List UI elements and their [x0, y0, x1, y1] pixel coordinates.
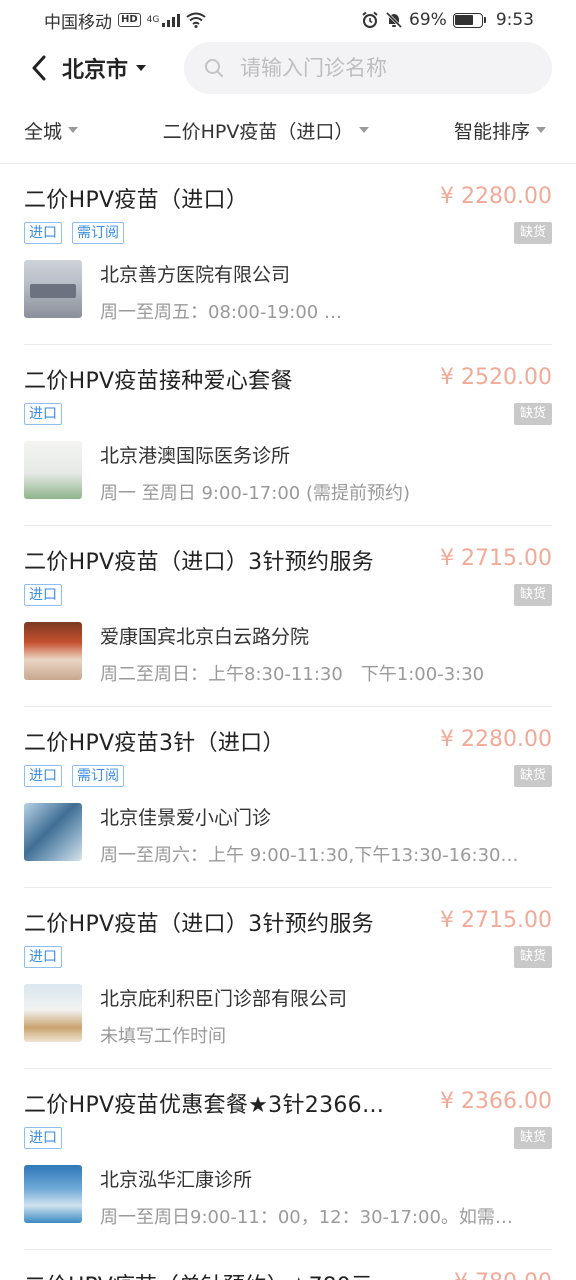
status-right: 69% 9:53 — [361, 10, 534, 30]
tag-import: 进口 — [24, 403, 62, 425]
tag-subscribe: 需订阅 — [72, 765, 124, 787]
caret-down-icon — [536, 127, 546, 133]
list-item[interactable]: 二价HPV疫苗优惠套餐★3针2366… ¥ 2366.00 进口 缺货 北京泓华… — [24, 1069, 552, 1250]
clinic-thumbnail — [24, 622, 82, 680]
item-price: ¥ 2280.00 — [440, 727, 552, 752]
header: 北京市 — [0, 40, 576, 96]
tag-import: 进口 — [24, 946, 62, 968]
tag-group: 进口 需订阅 — [24, 222, 124, 244]
partial-item-price: ¥ 780.00 — [454, 1270, 552, 1280]
clinic-hours: 周一至周六：上午 9:00-11:30,下午13:30-16:30… — [100, 845, 519, 866]
clinic-name: 北京庇利积臣门诊部有限公司 — [100, 988, 348, 1010]
clinic-hours: 周一 至周日 9:00-17:00 (需提前预约) — [100, 483, 410, 504]
caret-down-icon — [68, 127, 79, 133]
item-title: 二价HPV疫苗优惠套餐★3针2366… — [24, 1093, 385, 1118]
status-left: 中国移动 HD 4G — [44, 8, 206, 33]
search-icon — [205, 59, 223, 77]
partial-item-title[interactable]: 二价HPV疫苗（单针预约）★780元 — [24, 1268, 424, 1280]
clinic-thumbnail — [24, 441, 82, 499]
list-item[interactable]: 二价HPV疫苗接种爱心套餐 ¥ 2520.00 进口 缺货 北京港澳国际医务诊所… — [24, 345, 552, 526]
clinic-name: 爱康国宾北京白云路分院 — [100, 626, 310, 648]
filter-sort-label: 智能排序 — [453, 120, 530, 143]
list-item[interactable]: 二价HPV疫苗（进口）3针预约服务 ¥ 2715.00 进口 缺货 爱康国宾北京… — [24, 526, 552, 707]
stock-badge: 缺货 — [513, 765, 552, 787]
stock-badge: 缺货 — [513, 222, 552, 244]
tag-import: 进口 — [24, 222, 62, 244]
stock-badge: 缺货 — [513, 946, 552, 968]
caret-down-icon — [136, 65, 147, 71]
tag-subscribe: 需订阅 — [72, 222, 124, 244]
clinic-hours: 周一至周日9:00-11：00，12：30-17:00。如需… — [100, 1207, 513, 1228]
hd-badge: HD — [118, 13, 141, 27]
battery-icon — [452, 12, 486, 28]
stock-badge: 缺货 — [513, 584, 552, 606]
clock: 9:53 — [495, 10, 534, 30]
list-item[interactable]: 二价HPV疫苗3针（进口） ¥ 2280.00 进口 需订阅 缺货 北京佳景爱小… — [24, 707, 552, 888]
item-price: ¥ 2366.00 — [440, 1089, 552, 1114]
city-label: 北京市 — [62, 58, 129, 83]
tag-group: 进口 — [24, 584, 62, 606]
tag-group: 进口 — [24, 403, 62, 425]
list-item[interactable]: 二价HPV疫苗（进口）3针预约服务 ¥ 2715.00 进口 缺货 北京庇利积臣… — [24, 888, 552, 1069]
clinic-thumbnail — [24, 984, 82, 1042]
item-price: ¥ 2280.00 — [440, 184, 552, 209]
alarm-icon — [362, 11, 378, 28]
tag-group: 进口 — [24, 946, 62, 968]
item-title: 二价HPV疫苗（进口）3针预约服务 — [24, 912, 374, 937]
tag-import: 进口 — [24, 1127, 62, 1149]
caret-down-icon — [359, 127, 370, 133]
mute-bell-icon — [385, 11, 403, 29]
chevron-left-icon — [32, 55, 46, 81]
clinic-hours: 周二至周日：上午8:30-11:30 下午1:00-3:30 — [100, 664, 485, 685]
clinic-name: 北京佳景爱小心门诊 — [100, 807, 272, 829]
item-title: 二价HPV疫苗3针（进口） — [24, 731, 285, 756]
wifi-icon — [186, 12, 206, 28]
network-label: 4G — [146, 15, 160, 25]
battery-percent: 69% — [409, 10, 447, 30]
clinic-thumbnail — [24, 803, 82, 861]
filter-area-label: 全城 — [24, 120, 63, 143]
clinic-hours: 周一至周五：08:00-19:00 … — [100, 302, 342, 323]
filter-sort[interactable]: 智能排序 — [454, 117, 546, 144]
clinic-name: 北京善方医院有限公司 — [100, 264, 291, 286]
item-title: 二价HPV疫苗（进口） — [24, 188, 249, 213]
filter-vaccine[interactable]: 二价HPV疫苗（进口） — [163, 117, 370, 144]
filter-vaccine-label: 二价HPV疫苗（进口） — [162, 120, 354, 143]
status-bar: 中国移动 HD 4G 69% 9:53 — [0, 0, 576, 40]
vaccine-list: 二价HPV疫苗（进口） ¥ 2280.00 进口 需订阅 缺货 北京善方医院有限… — [0, 164, 576, 1250]
clinic-thumbnail — [24, 260, 82, 318]
tag-group: 进口 需订阅 — [24, 765, 124, 787]
item-price: ¥ 2520.00 — [440, 365, 552, 390]
city-selector[interactable]: 北京市 — [62, 52, 147, 84]
filter-area[interactable]: 全城 — [24, 117, 79, 144]
tag-import: 进口 — [24, 584, 62, 606]
search-input[interactable] — [240, 56, 540, 80]
stock-badge: 缺货 — [513, 403, 552, 425]
clinic-name: 北京港澳国际医务诊所 — [100, 445, 291, 467]
tag-group: 进口 — [24, 1127, 62, 1149]
signal-icon — [162, 13, 181, 27]
list-item[interactable]: 二价HPV疫苗（进口） ¥ 2280.00 进口 需订阅 缺货 北京善方医院有限… — [24, 164, 552, 345]
clinic-thumbnail — [24, 1165, 82, 1223]
item-price: ¥ 2715.00 — [440, 546, 552, 571]
item-price: ¥ 2715.00 — [440, 908, 552, 933]
filter-bar: 全城 二价HPV疫苗（进口） 智能排序 — [0, 104, 576, 156]
back-button[interactable] — [24, 53, 54, 83]
stock-badge: 缺货 — [513, 1127, 552, 1149]
clinic-hours: 未填写工作时间 — [100, 1026, 226, 1047]
clinic-name: 北京泓华汇康诊所 — [100, 1169, 253, 1191]
tag-import: 进口 — [24, 765, 62, 787]
carrier-label: 中国移动 — [44, 12, 112, 33]
item-title: 二价HPV疫苗（进口）3针预约服务 — [24, 550, 374, 575]
item-title: 二价HPV疫苗接种爱心套餐 — [24, 369, 293, 394]
search-box[interactable] — [184, 42, 552, 94]
